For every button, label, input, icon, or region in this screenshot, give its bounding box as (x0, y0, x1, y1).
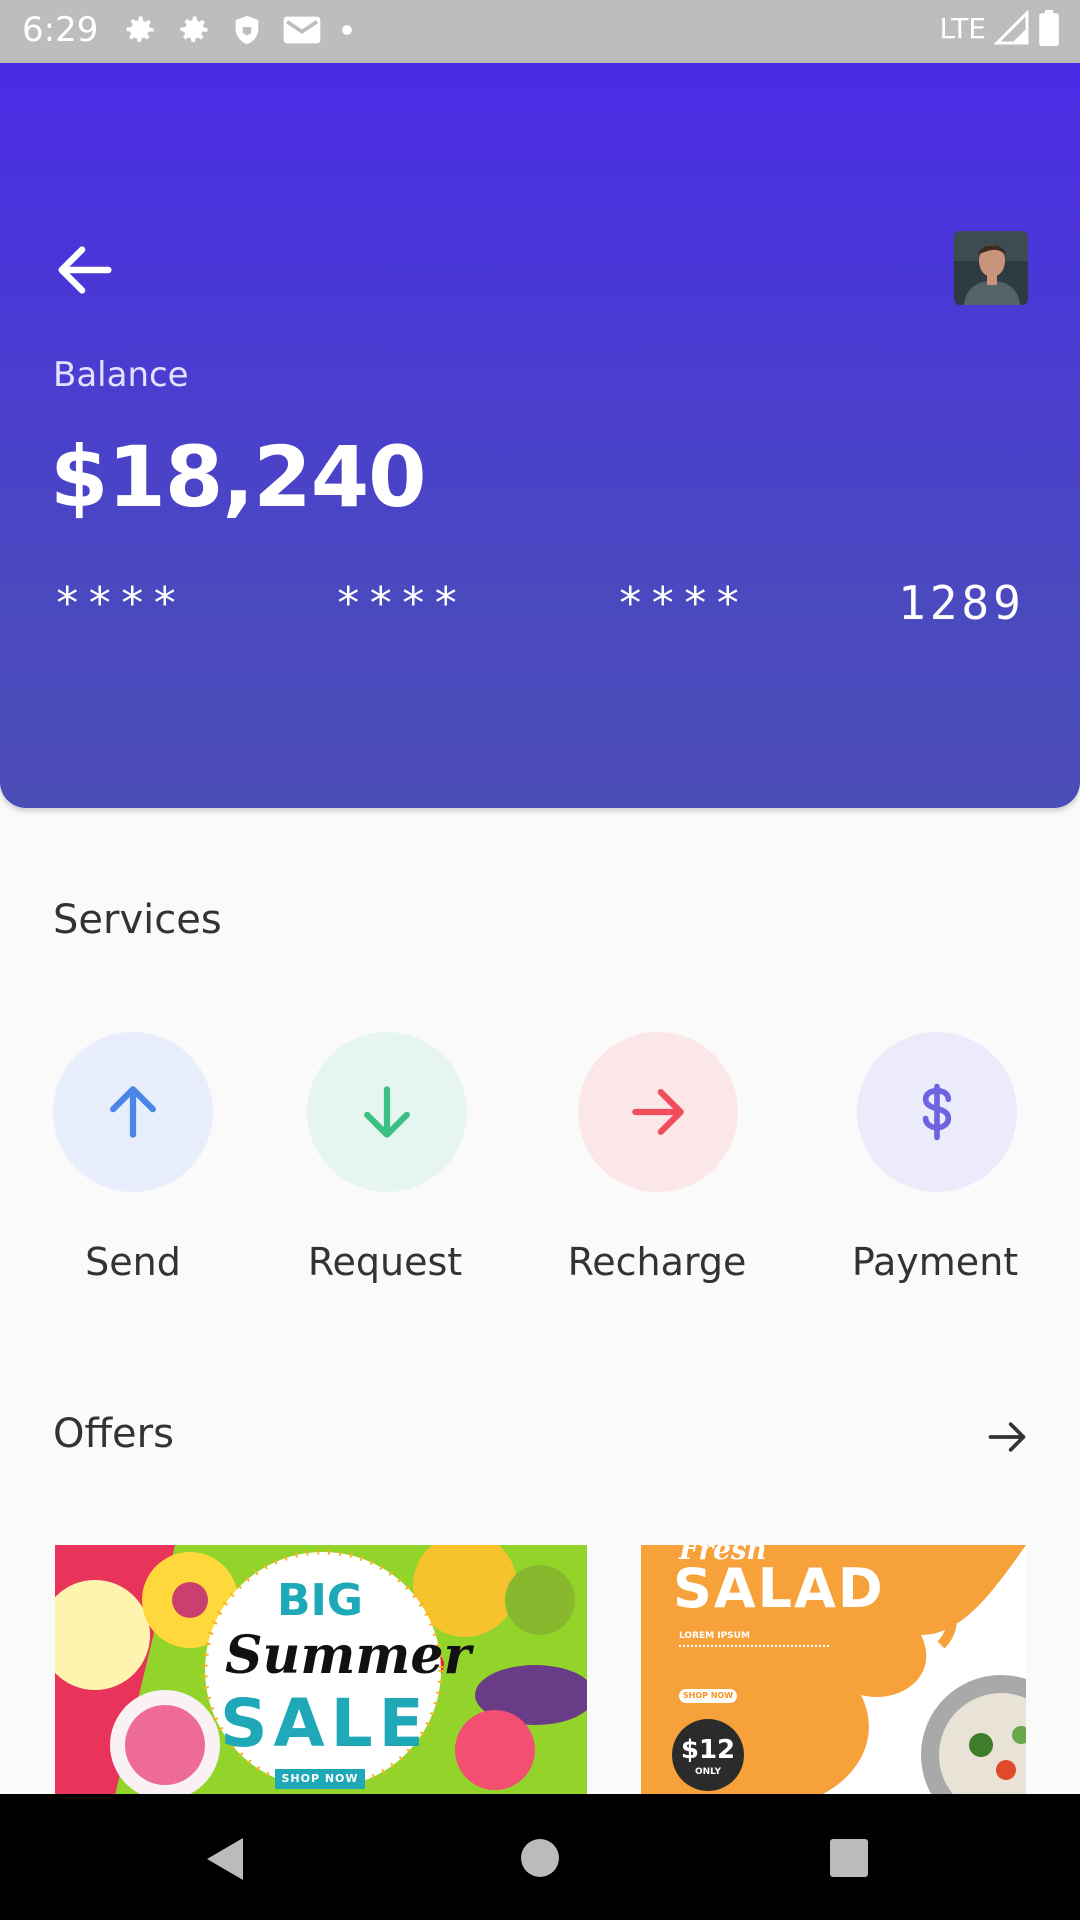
payment-label[interactable]: Payment (815, 1240, 1055, 1284)
card-last-four: 1289 (898, 576, 1025, 630)
gear-icon (126, 16, 154, 43)
payment-button[interactable] (857, 1032, 1017, 1192)
signal-icon (994, 10, 1029, 45)
dot-icon (342, 25, 352, 35)
notification-icons (122, 12, 354, 48)
arrow-right-icon (988, 1422, 1026, 1452)
arrow-right-icon (632, 1089, 684, 1135)
services-title: Services (53, 897, 222, 943)
send-label[interactable]: Send (13, 1240, 253, 1284)
offer-summer-text: Summer (225, 1625, 471, 1686)
offer-subtitle: LOREM IPSUM (679, 1631, 750, 1641)
recharge-button[interactable] (578, 1032, 738, 1192)
back-button[interactable] (50, 235, 120, 305)
recharge-label[interactable]: Recharge (537, 1240, 777, 1284)
dollar-icon (922, 1083, 952, 1141)
balance-header: Balance $18,240 **** **** **** 1289 (0, 63, 1080, 808)
network-type: LTE (939, 11, 986, 45)
arrow-left-icon (58, 246, 112, 294)
system-nav-bar (0, 1794, 1080, 1920)
offer-card-summer-sale[interactable]: BIG Summer SALE SHOP NOW (55, 1545, 587, 1795)
status-right: LTE (939, 10, 1060, 46)
card-number-group: **** (54, 578, 184, 629)
home-nav-icon[interactable] (519, 1837, 561, 1879)
offer-shop-now-badge[interactable]: SHOP NOW (275, 1769, 365, 1789)
arrow-up-icon (110, 1086, 156, 1138)
recents-nav-icon[interactable] (829, 1838, 869, 1878)
request-label[interactable]: Request (265, 1240, 505, 1284)
balance-label: Balance (53, 355, 189, 395)
offer-body-lines (679, 1645, 829, 1681)
avatar[interactable] (954, 231, 1028, 305)
gear-icon (180, 16, 208, 43)
back-nav-icon[interactable] (203, 1834, 247, 1884)
offers-see-all-button[interactable] (985, 1415, 1029, 1459)
gmail-icon (283, 16, 321, 44)
profile-photo-icon (954, 231, 1028, 305)
offer-salad-text: SALAD (673, 1557, 885, 1620)
shield-icon (235, 15, 259, 45)
balance-amount: $18,240 (50, 428, 427, 526)
card-number-group: **** (617, 578, 747, 629)
offer-shop-now-badge[interactable]: SHOP NOW (679, 1689, 737, 1703)
status-time: 6:29 (22, 10, 99, 50)
card-number-group: **** (335, 578, 465, 629)
arrow-down-icon (364, 1086, 410, 1138)
offer-big-text: BIG (276, 1575, 364, 1626)
offer-sale-text: SALE (220, 1685, 430, 1762)
request-button[interactable] (307, 1032, 467, 1192)
offer-price-note: ONLY (694, 1767, 722, 1777)
offers-title: Offers (53, 1411, 174, 1457)
status-bar: 6:29 LTE (0, 0, 1080, 63)
offer-price: $12 (680, 1735, 736, 1765)
battery-icon (1039, 10, 1059, 46)
send-button[interactable] (53, 1032, 213, 1192)
offer-card-salad[interactable]: Fresh SALAD LOREM IPSUM SHOP NOW $12 ONL… (641, 1545, 1026, 1795)
